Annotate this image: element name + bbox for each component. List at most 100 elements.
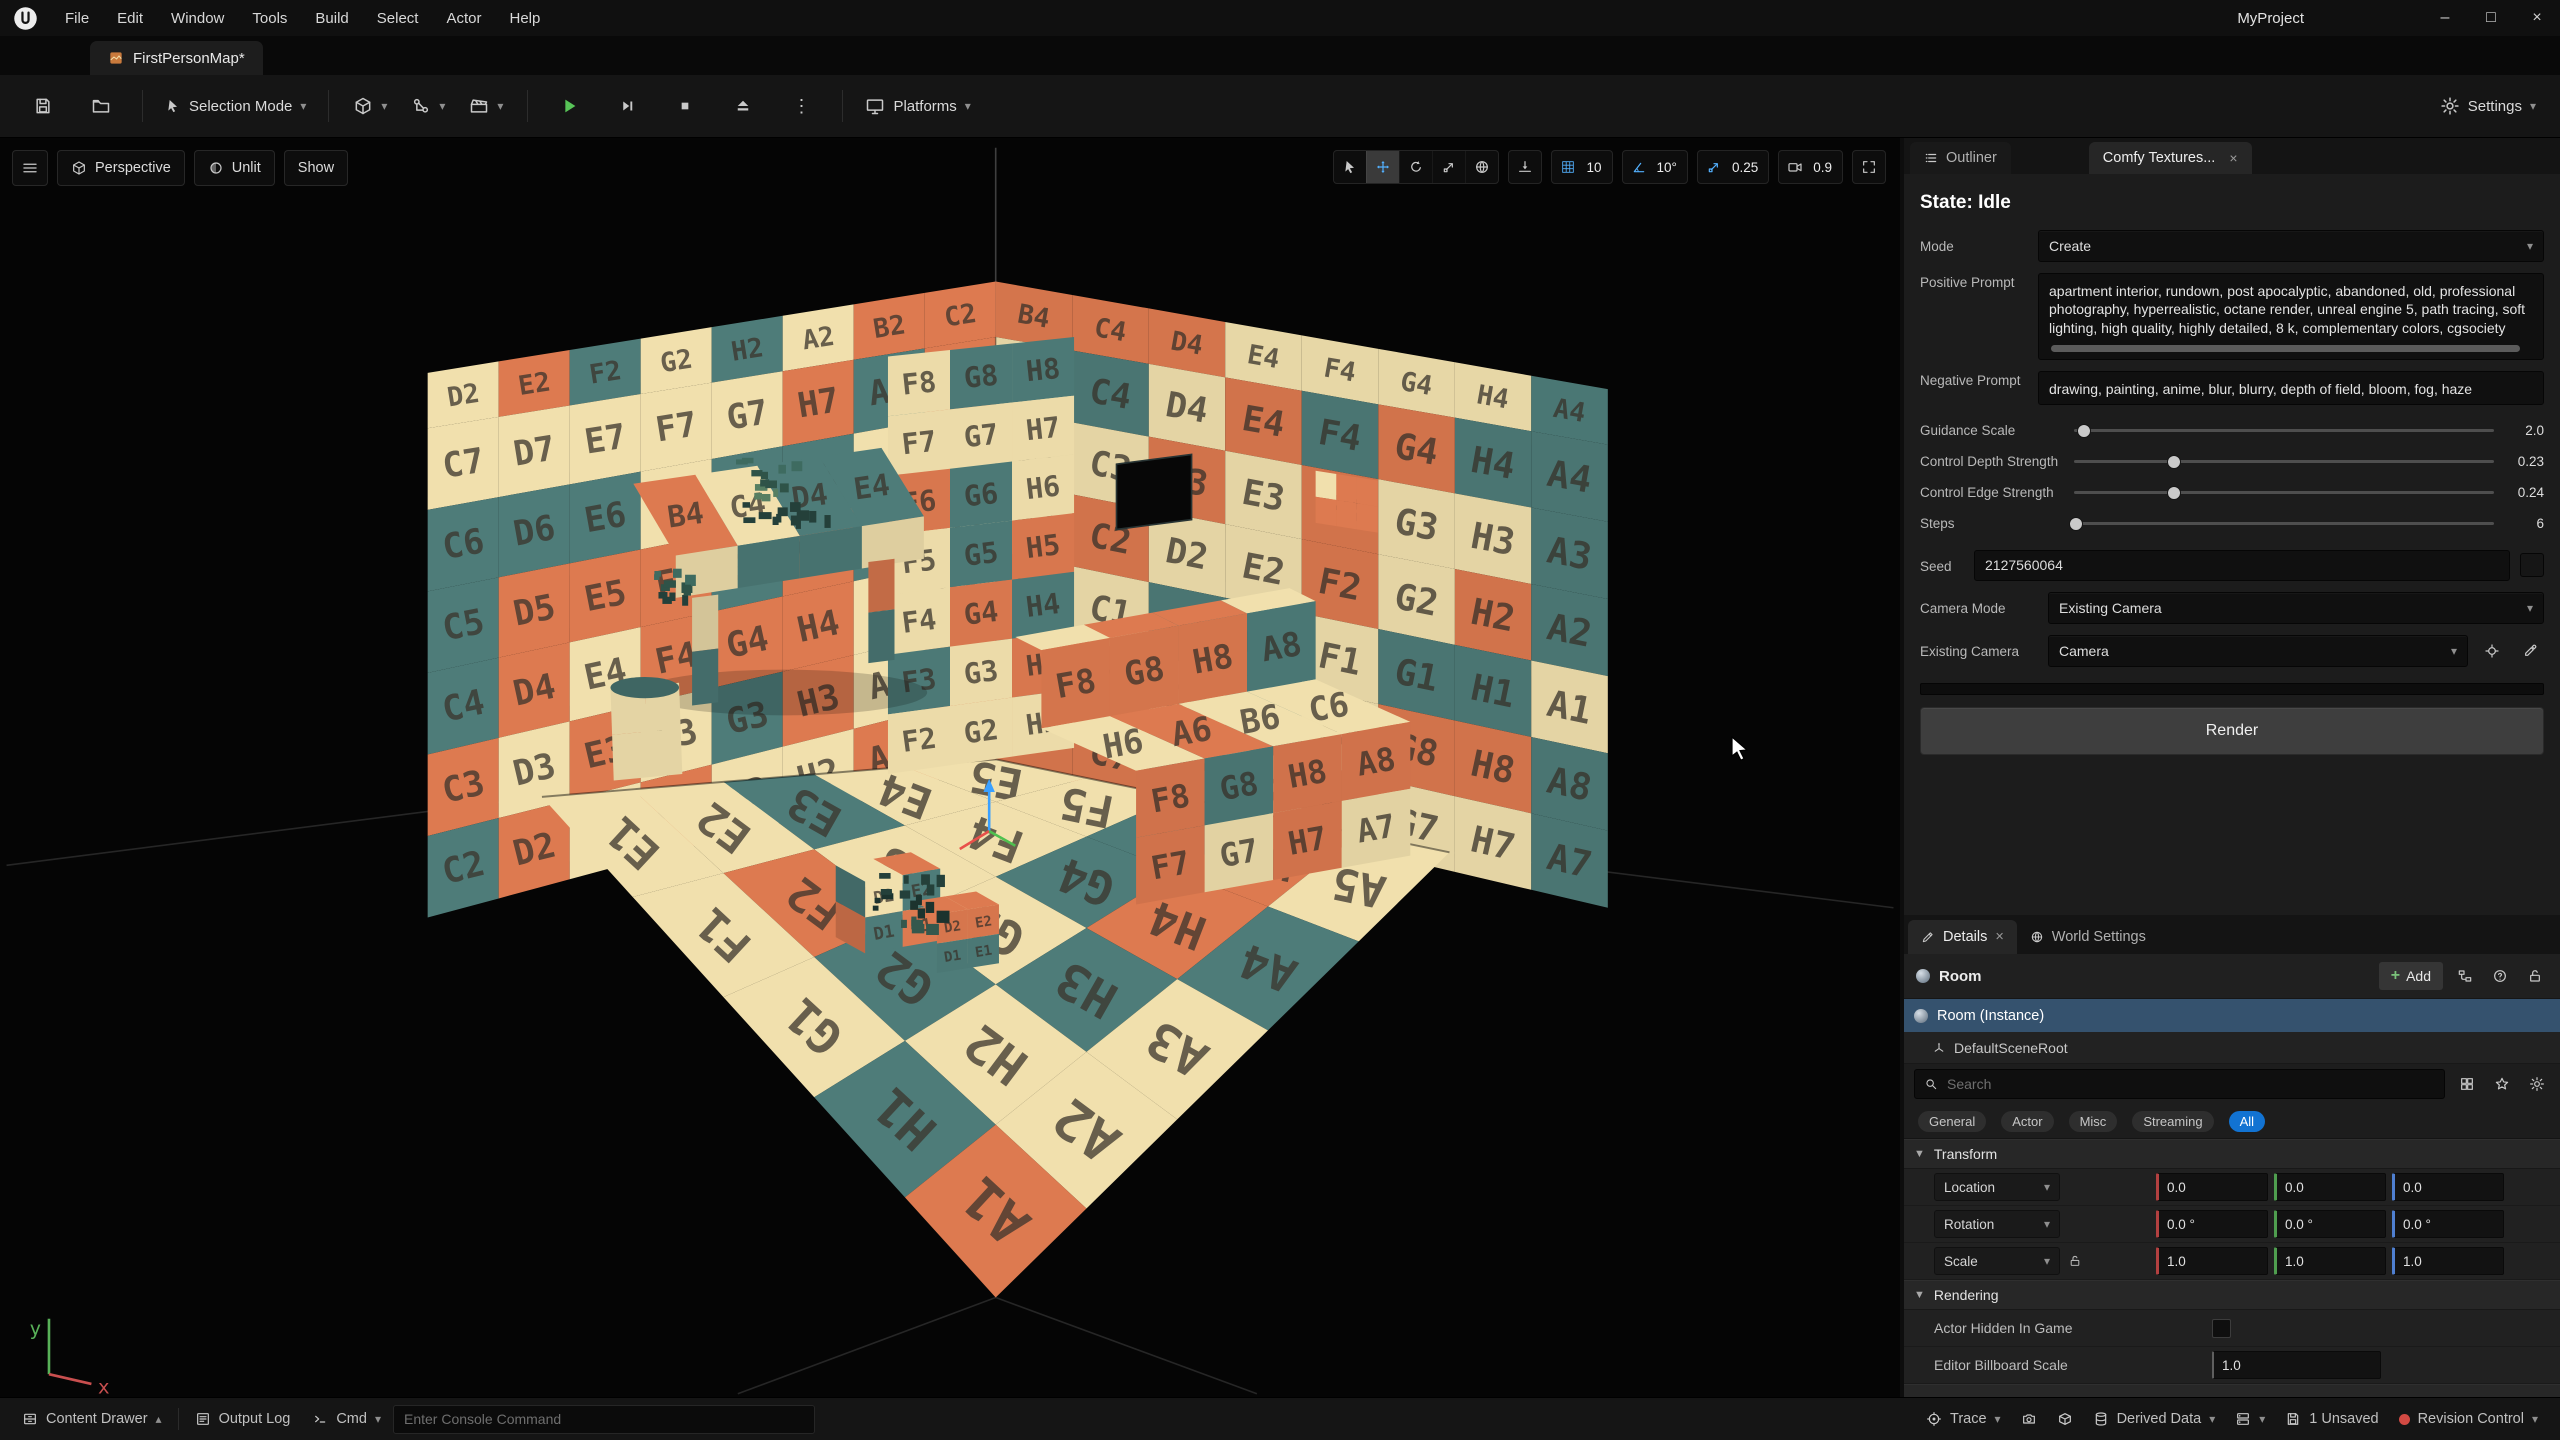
- camera-speed-button[interactable]: [1779, 151, 1811, 183]
- perspective-dropdown[interactable]: Perspective: [57, 150, 185, 186]
- filter-general[interactable]: General: [1918, 1111, 1986, 1132]
- move-tool-button[interactable]: [1366, 151, 1399, 183]
- view-mode-dropdown[interactable]: Unlit: [194, 150, 275, 186]
- derived-data-dropdown[interactable]: Derived Data ▾: [2083, 1398, 2226, 1440]
- select-tool-button[interactable]: [1334, 151, 1366, 183]
- view-options-button[interactable]: [2454, 1071, 2480, 1097]
- scale-lock-icon[interactable]: [2068, 1254, 2082, 1268]
- mode-dropdown[interactable]: Create ▾: [2038, 230, 2544, 262]
- tree-row-room-instance[interactable]: Room (Instance): [1904, 999, 2560, 1032]
- tab-firstpersonmap[interactable]: FirstPersonMap*: [90, 41, 263, 75]
- menu-file[interactable]: File: [51, 0, 103, 36]
- scale-dropdown[interactable]: Scale ▾: [1934, 1247, 2060, 1275]
- rotation-x-field[interactable]: 0.0 °: [2156, 1210, 2268, 1238]
- menu-actor[interactable]: Actor: [432, 0, 495, 36]
- seed-input[interactable]: [1974, 550, 2510, 581]
- scale-x-field[interactable]: 1.0: [2156, 1247, 2268, 1275]
- rotation-dropdown[interactable]: Rotation ▾: [1934, 1210, 2060, 1238]
- seed-checkbox[interactable]: [2520, 553, 2544, 577]
- world-space-toggle[interactable]: [1465, 151, 1498, 183]
- location-y-field[interactable]: 0.0: [2274, 1173, 2386, 1201]
- rotation-snap-button[interactable]: [1623, 151, 1655, 183]
- control-edge-strength-slider[interactable]: [2072, 482, 2496, 502]
- existing-camera-dropdown[interactable]: Camera ▾: [2048, 635, 2468, 667]
- search-box[interactable]: [1914, 1069, 2445, 1099]
- settings-dropdown[interactable]: Settings ▾: [2432, 87, 2544, 125]
- frame-skip-button[interactable]: [600, 87, 654, 125]
- camera-mode-dropdown[interactable]: Existing Camera ▾: [2048, 592, 2544, 624]
- billboard-scale-field[interactable]: 1.0: [2212, 1351, 2381, 1379]
- blueprints-dropdown[interactable]: ▾: [401, 87, 455, 125]
- browse-content-button[interactable]: [74, 87, 128, 125]
- maximize-button[interactable]: □: [2468, 0, 2514, 36]
- search-input[interactable]: [1945, 1075, 2435, 1093]
- render-button[interactable]: Render: [1920, 707, 2544, 755]
- show-dropdown[interactable]: Show: [284, 150, 348, 186]
- slider-handle[interactable]: [2069, 517, 2083, 531]
- rotate-tool-button[interactable]: [1399, 151, 1432, 183]
- menu-help[interactable]: Help: [496, 0, 555, 36]
- tree-row-defaultsceneroot[interactable]: DefaultSceneRoot: [1904, 1032, 2560, 1064]
- surface-snap-button[interactable]: [1509, 151, 1541, 183]
- filter-actor[interactable]: Actor: [2001, 1111, 2053, 1132]
- close-tab-icon[interactable]: ×: [1995, 929, 2003, 945]
- positive-prompt-input[interactable]: apartment interior, rundown, post apocal…: [2038, 273, 2544, 360]
- actor-hidden-checkbox[interactable]: [2212, 1319, 2231, 1338]
- scale-snap-button[interactable]: [1698, 151, 1730, 183]
- negative-prompt-input[interactable]: drawing, painting, anime, blur, blurry, …: [2038, 371, 2544, 404]
- scale-snap-value[interactable]: 0.25: [1730, 160, 1768, 175]
- prompt-scrollbar[interactable]: [2051, 345, 2520, 352]
- content-drawer-button[interactable]: Content Drawer ▴: [12, 1398, 172, 1440]
- location-dropdown[interactable]: Location ▾: [1934, 1173, 2060, 1201]
- play-options-button[interactable]: ⋮: [774, 87, 828, 125]
- viewport-options-button[interactable]: [12, 150, 48, 186]
- rotation-snap-value[interactable]: 10°: [1655, 160, 1687, 175]
- location-z-field[interactable]: 0.0: [2392, 1173, 2504, 1201]
- steps-slider[interactable]: [2072, 513, 2496, 533]
- network-dropdown[interactable]: ▾: [2225, 1398, 2275, 1440]
- filter-all[interactable]: All: [2229, 1111, 2265, 1132]
- add-component-button[interactable]: + Add: [2379, 962, 2443, 990]
- menu-tools[interactable]: Tools: [238, 0, 301, 36]
- scale-tool-button[interactable]: [1432, 151, 1465, 183]
- rotation-y-field[interactable]: 0.0 °: [2274, 1210, 2386, 1238]
- cmd-dropdown[interactable]: Cmd ▾: [302, 1398, 391, 1440]
- grid-snap-value[interactable]: 10: [1584, 160, 1611, 175]
- minimize-button[interactable]: –: [2422, 0, 2468, 36]
- add-actor-dropdown[interactable]: ▾: [343, 87, 397, 125]
- scale-z-field[interactable]: 1.0: [2392, 1247, 2504, 1275]
- tab-comfy-textures[interactable]: Comfy Textures... ×: [2089, 142, 2252, 174]
- platforms-dropdown[interactable]: Platforms ▾: [857, 87, 978, 125]
- slider-handle[interactable]: [2167, 455, 2181, 469]
- scale-y-field[interactable]: 1.0: [2274, 1247, 2386, 1275]
- save-button[interactable]: [16, 87, 70, 125]
- play-button[interactable]: [542, 87, 596, 125]
- close-button[interactable]: ×: [2514, 0, 2560, 36]
- screenshot-button[interactable]: [2011, 1398, 2047, 1440]
- location-x-field[interactable]: 0.0: [2156, 1173, 2268, 1201]
- stop-button[interactable]: [658, 87, 712, 125]
- menu-build[interactable]: Build: [301, 0, 362, 36]
- slider-handle[interactable]: [2167, 486, 2181, 500]
- lock-details-button[interactable]: [2522, 963, 2548, 989]
- output-log-button[interactable]: Output Log: [185, 1398, 301, 1440]
- tab-details[interactable]: Details ×: [1908, 920, 2017, 954]
- camera-speed-value[interactable]: 0.9: [1811, 160, 1842, 175]
- console-command-input[interactable]: [393, 1405, 815, 1434]
- selection-mode-dropdown[interactable]: Selection Mode ▾: [157, 87, 314, 125]
- pick-actor-button[interactable]: [2478, 637, 2506, 665]
- favorites-button[interactable]: [2489, 1071, 2515, 1097]
- convert-to-blueprint-button[interactable]: [2452, 963, 2478, 989]
- tab-world-settings[interactable]: World Settings: [2017, 920, 2159, 954]
- maximize-viewport-button[interactable]: [1853, 151, 1885, 183]
- grid-snap-button[interactable]: [1552, 151, 1584, 183]
- revision-control-dropdown[interactable]: Revision Control ▾: [2389, 1398, 2548, 1440]
- close-tab-icon[interactable]: ×: [2229, 150, 2237, 166]
- details-settings-button[interactable]: [2524, 1071, 2550, 1097]
- help-button[interactable]: [2487, 963, 2513, 989]
- viewport-3d-scene[interactable]: D2E2F2G2H2A2B2C2B4C4D4E4F4G4H4A4C7D7E7F7…: [0, 138, 1900, 1397]
- package-button[interactable]: [2047, 1398, 2083, 1440]
- control-depth-strength-slider[interactable]: [2072, 451, 2496, 471]
- cinematics-dropdown[interactable]: ▾: [459, 87, 513, 125]
- slider-handle[interactable]: [2077, 424, 2091, 438]
